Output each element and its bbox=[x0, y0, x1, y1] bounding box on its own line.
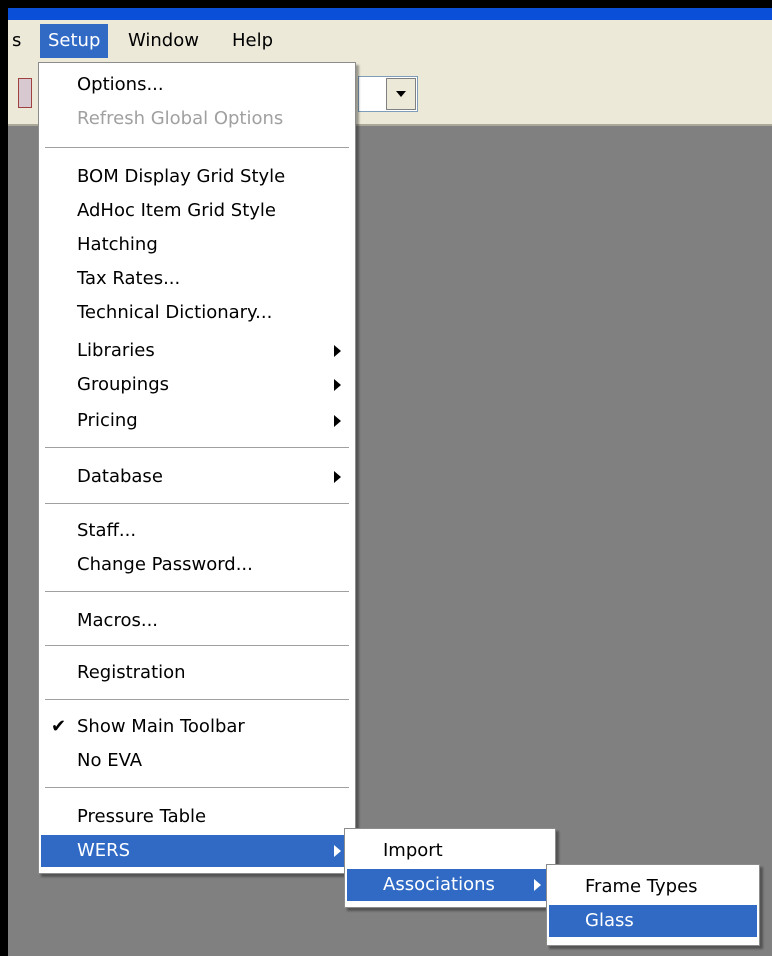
menu-bar: s Setup Window Help bbox=[8, 20, 772, 63]
menu-item-refresh-global-options: Refresh Global Options bbox=[77, 108, 284, 129]
chevron-down-icon[interactable] bbox=[386, 78, 416, 110]
menu-item-options[interactable]: Options... bbox=[41, 69, 353, 101]
menu-item-show-main-toolbar[interactable]: ✔ Show Main Toolbar bbox=[41, 711, 353, 743]
menu-item-technical-dictionary[interactable]: Technical Dictionary... bbox=[41, 297, 353, 329]
menu-item-groupings[interactable]: Groupings bbox=[41, 369, 353, 401]
submenu-arrow-icon bbox=[334, 415, 341, 427]
menu-item-libraries-label: Libraries bbox=[77, 340, 155, 361]
menu-item-pressure-table[interactable]: Pressure Table bbox=[41, 801, 353, 833]
menu-item-show-main-toolbar-label: Show Main Toolbar bbox=[77, 716, 245, 737]
menu-setup[interactable]: Setup bbox=[40, 24, 109, 58]
menu-item-pricing[interactable]: Pricing bbox=[41, 405, 353, 437]
associations-submenu: Frame Types Glass bbox=[546, 864, 760, 946]
submenu-arrow-icon bbox=[334, 345, 341, 357]
menu-window[interactable]: Window bbox=[120, 24, 207, 58]
toolbar-button-icon[interactable] bbox=[18, 78, 32, 108]
submenu-arrow-icon bbox=[334, 471, 341, 483]
title-bar bbox=[8, 8, 772, 20]
checkmark-icon: ✔ bbox=[51, 716, 67, 737]
menu-item-groupings-label: Groupings bbox=[77, 374, 170, 395]
menu-item-hatching[interactable]: Hatching bbox=[41, 229, 353, 261]
submenu-arrow-icon bbox=[334, 379, 341, 391]
setup-menu: Options... Refresh Global Options BOM Di… bbox=[38, 62, 356, 874]
menu-item-wers[interactable]: WERS bbox=[41, 835, 353, 867]
menu-separator bbox=[45, 591, 349, 592]
menu-item-pricing-label: Pricing bbox=[77, 410, 138, 431]
menu-item-change-password[interactable]: Change Password... bbox=[41, 549, 353, 581]
menu-item-libraries[interactable]: Libraries bbox=[41, 335, 353, 367]
menu-separator bbox=[45, 645, 349, 646]
menu-item-tax-rates[interactable]: Tax Rates... bbox=[41, 263, 353, 295]
menu-separator bbox=[45, 503, 349, 504]
menu-item-associations[interactable]: Associations bbox=[347, 869, 553, 901]
menu-item-no-eva[interactable]: No EVA bbox=[41, 745, 353, 777]
menu-separator bbox=[45, 787, 349, 788]
menu-help[interactable]: Help bbox=[224, 24, 281, 58]
submenu-arrow-icon bbox=[534, 879, 541, 891]
menu-item-database-label: Database bbox=[77, 466, 163, 487]
menu-item-adhoc-item-grid-style[interactable]: AdHoc Item Grid Style bbox=[41, 195, 353, 227]
menu-item-registration[interactable]: Registration bbox=[41, 657, 353, 689]
menu-separator bbox=[45, 147, 349, 148]
menu-item-associations-label: Associations bbox=[383, 874, 495, 895]
menu-item-import[interactable]: Import bbox=[347, 835, 553, 867]
submenu-arrow-icon bbox=[334, 845, 341, 857]
menu-item-bom-display-grid-style[interactable]: BOM Display Grid Style bbox=[41, 161, 353, 193]
menu-tools-partial[interactable]: s bbox=[4, 24, 29, 58]
menu-item-glass[interactable]: Glass bbox=[549, 905, 757, 937]
menu-separator bbox=[45, 699, 349, 700]
menu-item-staff[interactable]: Staff... bbox=[41, 515, 353, 547]
menu-item-wers-label: WERS bbox=[77, 840, 131, 861]
menu-separator bbox=[45, 447, 349, 448]
menu-item-frame-types[interactable]: Frame Types bbox=[549, 871, 757, 903]
menu-item-database[interactable]: Database bbox=[41, 461, 353, 493]
menu-item-macros[interactable]: Macros... bbox=[41, 605, 353, 637]
wers-submenu: Import Associations bbox=[344, 828, 556, 908]
toolbar-combo[interactable] bbox=[358, 76, 418, 112]
